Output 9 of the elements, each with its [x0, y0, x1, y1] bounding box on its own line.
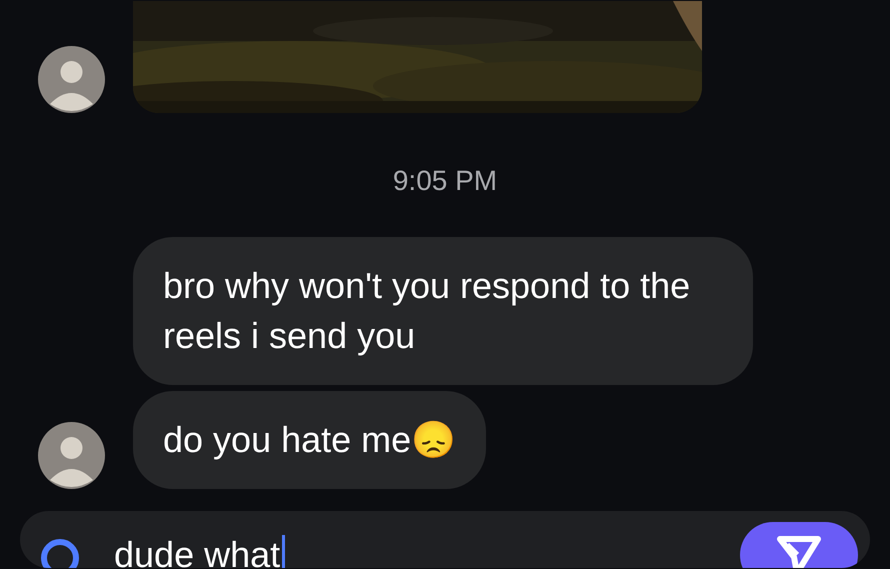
message-bubble: do you hate me😞	[133, 391, 486, 489]
send-icon	[777, 535, 821, 568]
message-bubble: bro why won't you respond to the reels i send you	[133, 237, 753, 385]
avatar[interactable]	[38, 422, 105, 489]
text-cursor	[282, 535, 286, 568]
message-input[interactable]: dude what	[114, 533, 280, 568]
timestamp: 9:05 PM	[392, 165, 498, 197]
avatar[interactable]	[38, 46, 105, 113]
search-icon[interactable]	[40, 538, 80, 568]
